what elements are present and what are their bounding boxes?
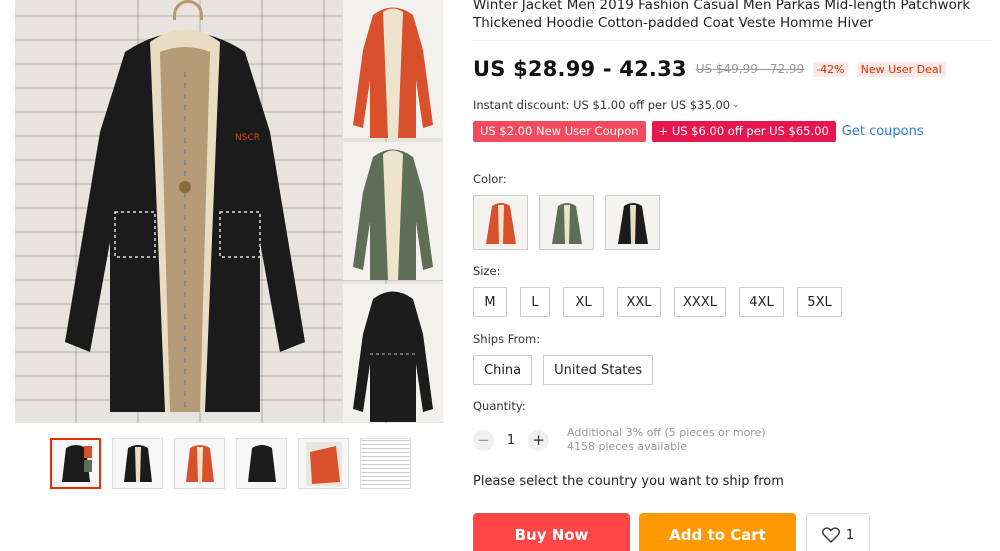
thumbnail-black-front[interactable] <box>112 438 163 489</box>
decrease-quantity-button[interactable]: − <box>473 429 494 451</box>
price-row: US $28.99 - 42.33 US $49.99 - 72.99 -42%… <box>473 57 946 81</box>
increase-quantity-button[interactable]: + <box>528 429 549 451</box>
size-option-5xl[interactable]: 5XL <box>797 287 842 317</box>
store-coupon[interactable]: + US $6.00 off per US $65.00 <box>651 121 836 142</box>
size-option-m[interactable]: M <box>473 287 507 317</box>
thumbnail-orange-front[interactable] <box>174 438 225 489</box>
quantity-input[interactable]: 1 <box>494 433 528 448</box>
new-user-coupon[interactable]: US $2.00 New User Coupon <box>473 121 646 142</box>
new-user-deal-badge: New User Deal <box>856 61 946 77</box>
quantity-stepper: − 1 + Additional 3% off (5 pieces or mor… <box>473 426 766 454</box>
wishlist-count: 1 <box>845 527 855 543</box>
discount-badge: -42% <box>813 61 848 77</box>
add-to-cart-button[interactable]: Add to Cart <box>639 513 796 551</box>
thumbnail-strip <box>50 438 411 489</box>
thumbnail-size-chart[interactable] <box>360 438 411 489</box>
color-options <box>473 195 660 250</box>
instant-discount-text: Instant discount: US $1.00 off per US $3… <box>473 98 731 112</box>
green-coat-panel <box>343 142 443 280</box>
stock-available-text: 4158 pieces available <box>567 440 687 453</box>
size-option-4xl[interactable]: 4XL <box>739 287 784 317</box>
black-coat-image: N​SCR <box>65 29 305 412</box>
color-option-black[interactable] <box>605 195 660 250</box>
thumbnail-black-back[interactable] <box>236 438 287 489</box>
size-option-l[interactable]: L <box>520 287 550 317</box>
size-options: M L XL XXL XXXL 4XL 5XL <box>473 287 842 317</box>
svg-text:N​SCR: N​SCR <box>235 133 260 143</box>
quantity-label: Quantity: <box>473 399 526 413</box>
ship-country-message: Please select the country you want to sh… <box>473 474 784 489</box>
buy-now-button[interactable]: Buy Now <box>473 513 630 551</box>
ships-from-china[interactable]: China <box>473 355 533 385</box>
color-option-orange[interactable] <box>473 195 528 250</box>
divider <box>473 40 993 41</box>
product-title: Winter Jacket Men 2019 Fashion Casual Me… <box>473 0 971 31</box>
chevron-down-icon: ⌄ <box>732 100 740 110</box>
size-option-xxl[interactable]: XXL <box>617 287 661 317</box>
ships-from-options: China United States <box>473 355 654 385</box>
coupon-row: US $2.00 New User Coupon + US $6.00 off … <box>473 121 924 142</box>
orange-coat-panel <box>343 0 443 138</box>
quantity-info: Additional 3% off (5 pieces or more) 415… <box>567 426 766 454</box>
instant-discount[interactable]: Instant discount: US $1.00 off per US $3… <box>473 98 740 112</box>
thumbnail-collage[interactable] <box>50 438 101 489</box>
black-coat-back-panel <box>343 284 443 422</box>
get-coupons-link[interactable]: Get coupons <box>842 124 924 139</box>
current-price: US $28.99 - 42.33 <box>473 57 687 81</box>
ships-from-label: Ships From: <box>473 332 541 346</box>
main-product-image[interactable]: N​SCR <box>15 0 443 423</box>
color-label: Color: <box>473 172 507 186</box>
wishlist-button[interactable]: 1 <box>806 513 870 551</box>
color-option-green[interactable] <box>539 195 594 250</box>
ships-from-united-states[interactable]: United States <box>543 355 654 385</box>
thumbnail-orange-detail[interactable] <box>298 438 349 489</box>
bulk-discount-text: Additional 3% off (5 pieces or more) <box>567 426 766 439</box>
size-option-xl[interactable]: XL <box>563 287 604 317</box>
size-option-xxxl[interactable]: XXXL <box>674 287 726 317</box>
original-price: US $49.99 - 72.99 <box>695 62 805 76</box>
heart-icon <box>821 527 840 543</box>
size-label: Size: <box>473 264 501 278</box>
